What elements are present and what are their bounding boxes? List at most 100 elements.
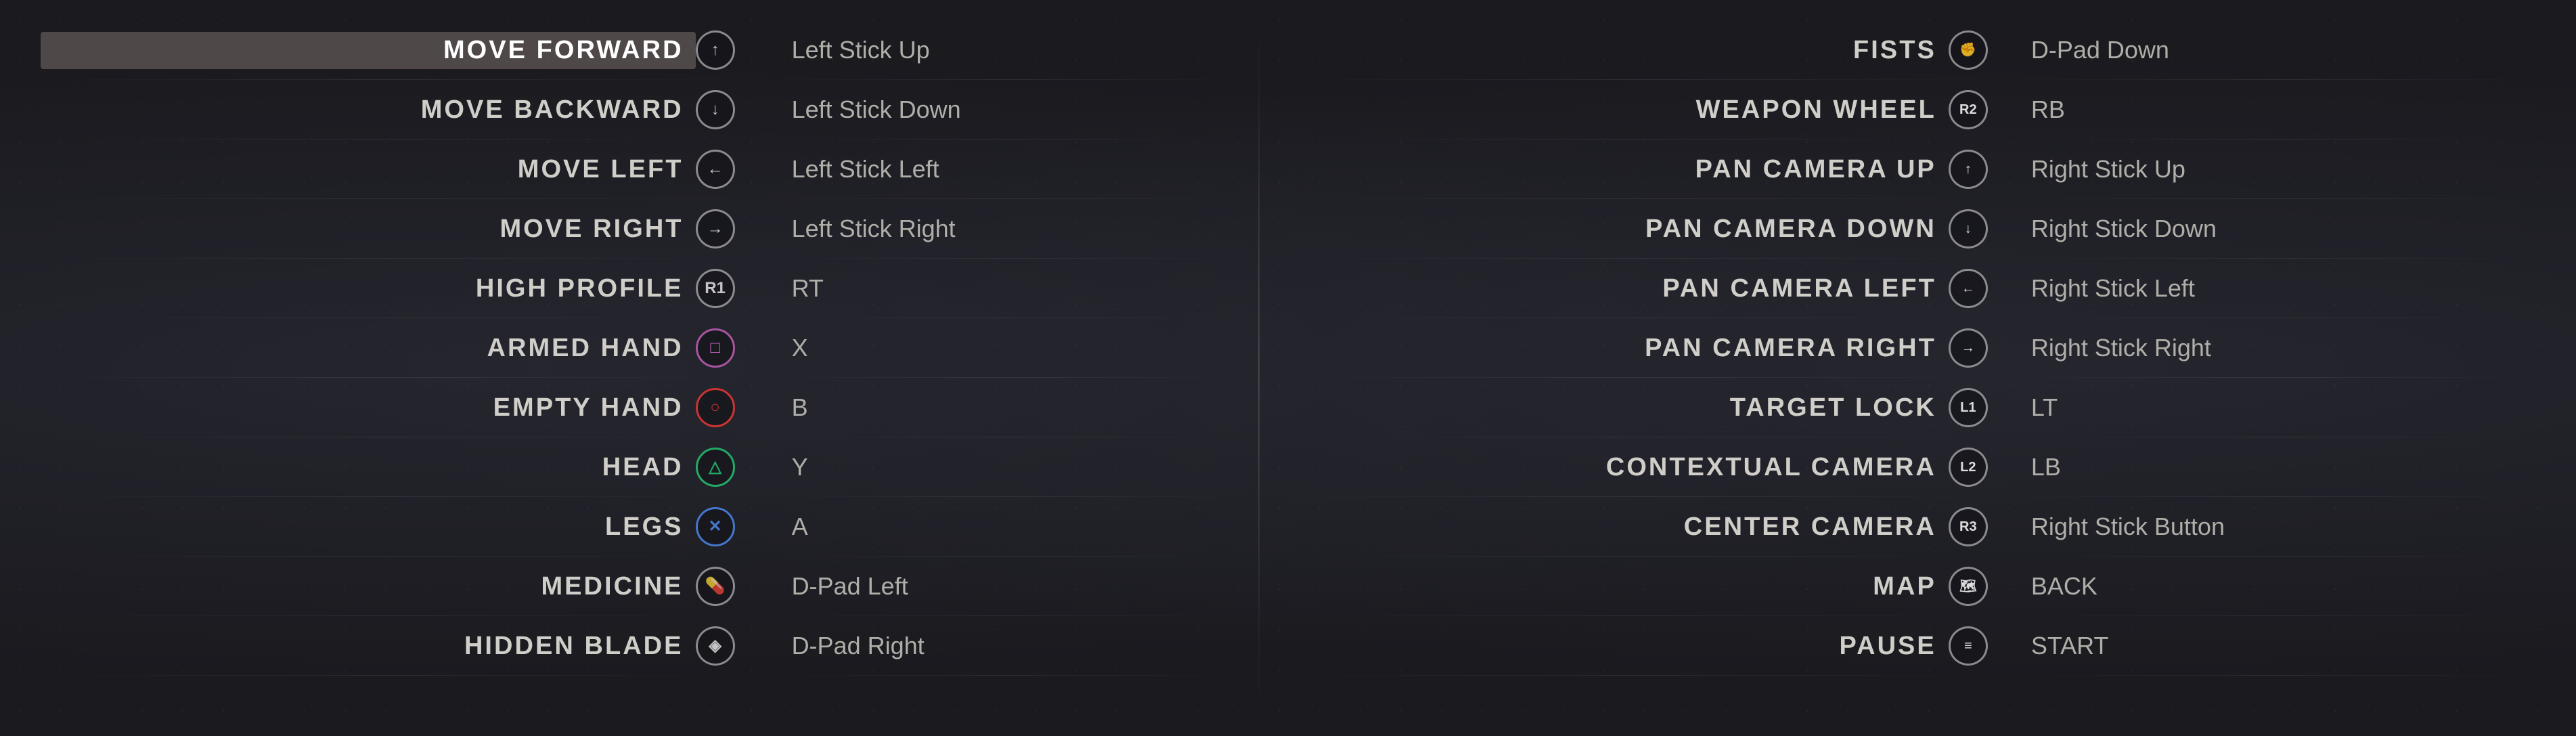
left-binding-row: Left Stick Up [776,20,1239,80]
button-icon[interactable]: △ [696,448,735,487]
right-binding-row: Right Stick Up [2015,139,2535,199]
left-binding-row: D-Pad Left [776,557,1239,616]
button-icon-right[interactable]: → [1949,328,1988,368]
button-icon[interactable]: □ [696,328,735,368]
action-name: HIDDEN BLADE [41,632,696,661]
button-symbol-right: R2 [1959,103,1977,116]
right-binding-row: RB [2015,80,2535,139]
right-action-row[interactable]: CONTEXTUAL CAMERAL2 [1293,437,1988,497]
button-icon[interactable]: R1 [696,269,735,308]
right-binding-row: LT [2015,378,2535,437]
button-icon[interactable]: ✕ [696,507,735,546]
button-symbol: ↑ [711,42,719,58]
right-action-row[interactable]: PAN CAMERA DOWN↓ [1293,199,1988,259]
left-action-row[interactable]: EMPTY HAND○ [41,378,735,437]
button-icon[interactable]: ↑ [696,30,735,70]
key-binding-text-right: Right Stick Right [2015,334,2535,362]
right-action-row[interactable]: PAN CAMERA LEFT← [1293,259,1988,318]
button-icon-right[interactable]: ← [1949,269,1988,308]
row-divider [41,675,735,676]
key-binding-text: Y [776,453,1239,481]
left-action-row[interactable]: HEAD△ [41,437,735,497]
right-binding-row: BACK [2015,557,2535,616]
right-action-row[interactable]: TARGET LOCKL1 [1293,378,1988,437]
left-binding-row: B [776,378,1239,437]
right-binding-row: Right Stick Right [2015,318,2535,378]
button-icon[interactable]: → [696,209,735,248]
left-binding-row: A [776,497,1239,557]
button-icon-right[interactable]: R2 [1949,90,1988,129]
action-name-right: PAN CAMERA UP [1293,155,1949,184]
left-binding-row: D-Pad Right [776,616,1239,676]
action-name: MOVE FORWARD [41,32,696,69]
action-name: EMPTY HAND [41,393,696,423]
button-icon-right[interactable]: ↑ [1949,150,1988,189]
button-icon-right[interactable]: L2 [1949,448,1988,487]
right-action-row[interactable]: PAUSE≡ [1293,616,1988,676]
key-binding-text-right: Right Stick Up [2015,155,2535,183]
button-icon-right[interactable]: ✊ [1949,30,1988,70]
left-action-row[interactable]: MOVE LEFT← [41,139,735,199]
button-icon[interactable]: ◈ [696,626,735,666]
right-action-row[interactable]: WEAPON WHEEL R2 [1293,80,1988,139]
button-icon-right[interactable]: ≡ [1949,626,1988,666]
left-action-row[interactable]: HIDDEN BLADE◈ [41,616,735,676]
key-binding-text-right: LT [2015,393,2535,422]
key-binding-text-right: RB [2015,95,2535,124]
left-action-row[interactable]: MEDICINE💊 [41,557,735,616]
left-action-row[interactable]: MOVE BACKWARD↓ [41,80,735,139]
button-icon-right[interactable]: ↓ [1949,209,1988,248]
row-divider [776,675,1239,676]
key-binding-text: D-Pad Right [776,632,1239,660]
right-action-row[interactable]: CENTER CAMERAR3 [1293,497,1988,557]
action-name: ARMED HAND [41,334,696,363]
button-symbol: □ [710,340,720,356]
key-binding-text: RT [776,274,1239,303]
button-symbol: ← [707,161,724,177]
action-name: MOVE BACKWARD [41,95,696,125]
right-binding-row: D-Pad Down [2015,20,2535,80]
right-binding-row: START [2015,616,2535,676]
key-binding-text-right: LB [2015,453,2535,481]
button-icon[interactable]: ↓ [696,90,735,129]
key-binding-text-right: Right Stick Button [2015,513,2535,541]
button-icon-right[interactable]: L1 [1949,388,1988,427]
button-symbol-right: L1 [1960,401,1976,414]
left-binding-row: Left Stick Right [776,199,1239,259]
left-binding-row: RT [776,259,1239,318]
right-binding-row: Right Stick Down [2015,199,2535,259]
key-binding-text: D-Pad Left [776,572,1239,601]
button-icon[interactable]: ○ [696,388,735,427]
right-binding-row: Right Stick Left [2015,259,2535,318]
button-symbol: △ [709,459,721,475]
action-name-right: MAP [1293,572,1949,601]
button-symbol-right: ✊ [1959,43,1976,57]
right-action-row[interactable]: FISTS✊ [1293,20,1988,80]
left-action-row[interactable]: ARMED HAND □ [41,318,735,378]
key-binding-text-right: D-Pad Down [2015,36,2535,64]
left-actions-column: MOVE FORWARD↑MOVE BACKWARD↓MOVE LEFT←MOV… [0,20,749,716]
button-symbol-right: 🗺 [1959,580,1976,593]
left-action-row[interactable]: HIGH PROFILER1 [41,259,735,318]
button-icon-right[interactable]: 🗺 [1949,567,1988,606]
right-action-row[interactable]: MAP 🗺 [1293,557,1988,616]
button-symbol-right: → [1961,341,1975,355]
action-name: LEGS [41,513,696,542]
column-divider [1258,20,1260,716]
button-icon[interactable]: 💊 [696,567,735,606]
left-action-row[interactable]: MOVE FORWARD ↑ [41,20,735,80]
left-binding-row: Y [776,437,1239,497]
button-symbol: 💊 [705,578,726,594]
right-binding-row: LB [2015,437,2535,497]
left-action-row[interactable]: LEGS✕ [41,497,735,557]
left-action-row[interactable]: MOVE RIGHT→ [41,199,735,259]
right-action-row[interactable]: PAN CAMERA RIGHT→ [1293,318,1988,378]
key-binding-text: X [776,334,1239,362]
left-bindings-column: Left Stick UpLeft Stick DownLeft Stick L… [749,20,1252,716]
action-name-right: WEAPON WHEEL [1293,95,1949,125]
button-icon[interactable]: ← [696,150,735,189]
right-bindings-column: D-Pad Down RB Right Stick Up Right Stick Do… [2001,20,2576,716]
right-binding-row: Right Stick Button [2015,497,2535,557]
button-icon-right[interactable]: R3 [1949,507,1988,546]
right-action-row[interactable]: PAN CAMERA UP↑ [1293,139,1988,199]
